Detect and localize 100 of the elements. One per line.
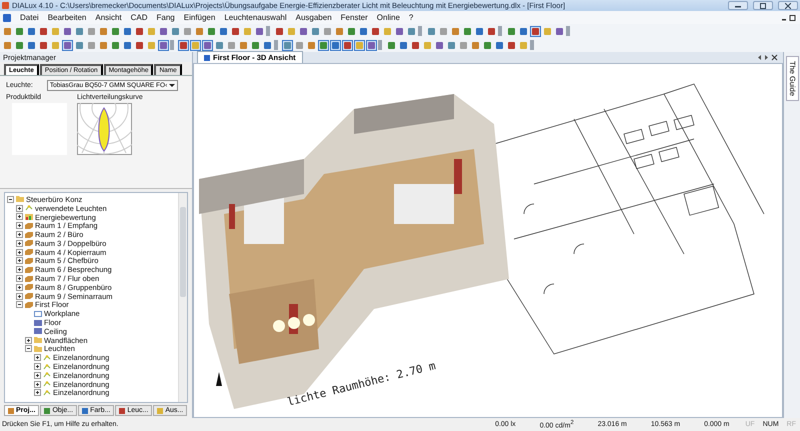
toolbar-button[interactable] [358,26,369,36]
toolbar-button[interactable] [370,26,381,36]
expander-toggle[interactable] [34,389,41,396]
expander-toggle[interactable] [16,284,23,291]
expander-toggle[interactable] [34,354,41,362]
toolbar-button[interactable] [482,40,493,50]
tab-navigation-icon[interactable] [757,54,779,61]
toolbar-button[interactable] [206,26,217,36]
toolbar-button[interactable] [250,40,261,50]
toolbar-button[interactable] [38,26,49,36]
toolbar-button[interactable] [474,26,485,36]
expander-toggle[interactable] [16,266,23,274]
expander-toggle[interactable] [16,231,23,238]
toolbar-button[interactable] [494,40,505,50]
toolbar-button[interactable] [202,40,213,50]
toolbar-button[interactable] [518,26,529,36]
expander-toggle[interactable] [16,275,23,282]
toolbar-button[interactable] [214,40,225,50]
menu-item[interactable]: Bearbeiten [48,13,86,22]
toolbar-button[interactable] [366,40,377,50]
menu-item[interactable]: Online [376,13,400,22]
toolbar-button[interactable] [14,40,25,50]
toolbar-button[interactable] [334,26,345,36]
toolbar-button[interactable] [62,26,73,36]
toolbar-grip[interactable] [530,40,534,50]
toolbar-button[interactable] [554,26,565,36]
menu-item[interactable]: Ansicht [95,13,122,22]
toolbar-button[interactable] [190,40,201,50]
toolbar-button[interactable] [406,26,417,36]
toolbar-button[interactable] [74,26,85,36]
toolbar-button[interactable] [74,40,85,50]
toolbar-button[interactable] [410,40,421,50]
toolbar-button[interactable] [194,26,205,36]
toolbar-button[interactable] [158,40,169,50]
toolbar-button[interactable] [254,26,265,36]
toolbar-button[interactable] [530,26,541,36]
toolbar-grip[interactable] [498,26,502,36]
toolbar-grip[interactable] [170,40,174,50]
expander-toggle[interactable] [16,292,23,300]
toolbar-button[interactable] [26,40,37,50]
toolbar-button[interactable] [98,40,109,50]
toolbar-button[interactable] [182,26,193,36]
toolbar-button[interactable] [122,40,133,50]
toolbar-button[interactable] [310,26,321,36]
expander-toggle[interactable] [16,248,23,256]
menu-item[interactable]: Ausgaben [296,13,332,22]
toolbar-button[interactable] [322,26,333,36]
close-button[interactable] [778,1,798,10]
toolbar-button[interactable] [386,40,397,50]
toolbar-button[interactable] [274,26,285,36]
toolbar-button[interactable] [110,40,121,50]
expander-toggle[interactable] [16,222,23,230]
expander-toggle[interactable] [34,380,41,388]
toolbar-button[interactable] [318,40,329,50]
toolbar-button[interactable] [110,26,121,36]
toolbar-button[interactable] [398,40,409,50]
expander-toggle[interactable] [7,196,14,203]
toolbar-button[interactable] [2,40,13,50]
expander-toggle[interactable] [16,257,23,264]
toolbar-button[interactable] [178,40,189,50]
toolbar-button[interactable] [170,26,181,36]
toolbar-button[interactable] [342,40,353,50]
toolbar-button[interactable] [62,40,73,50]
expander-toggle[interactable] [25,345,32,352]
menu-item[interactable]: Datei [20,13,39,22]
maximize-button[interactable] [753,1,773,10]
menu-item[interactable]: Leuchtenauswahl [224,13,287,22]
toolbar-button[interactable] [450,26,461,36]
toolbar-button[interactable] [122,26,133,36]
toolbar-button[interactable] [470,40,481,50]
toolbar-button[interactable] [394,26,405,36]
toolbar-button[interactable] [458,40,469,50]
toolbar-button[interactable] [218,26,229,36]
toolbar-button[interactable] [86,26,97,36]
expander-toggle[interactable] [25,336,32,344]
toolbar-button[interactable] [438,26,449,36]
toolbar-button[interactable] [354,40,365,50]
toolbar-button[interactable] [134,26,145,36]
expander-toggle[interactable] [16,213,23,220]
toolbar-grip[interactable] [566,26,570,36]
menu-item[interactable]: ? [408,13,414,22]
toolbar-button[interactable] [486,26,497,36]
toolbar-button[interactable] [446,40,457,50]
window-controls-icon[interactable] [782,14,796,20]
expander-toggle[interactable] [16,301,23,308]
minimize-button[interactable] [728,1,748,10]
expander-toggle[interactable] [16,204,23,212]
toolbar-button[interactable] [26,26,37,36]
expander-toggle[interactable] [16,240,23,247]
toolbar-button[interactable] [230,26,241,36]
toolbar-button[interactable] [298,26,309,36]
toolbar-button[interactable] [294,40,305,50]
toolbar-button[interactable] [330,40,341,50]
menu-item[interactable]: CAD [130,13,148,22]
toolbar-button[interactable] [158,26,169,36]
expander-toggle[interactable] [34,372,41,379]
toolbar-button[interactable] [346,26,357,36]
toolbar-button[interactable] [462,26,473,36]
toolbar-button[interactable] [426,26,437,36]
toolbar-button[interactable] [434,40,445,50]
